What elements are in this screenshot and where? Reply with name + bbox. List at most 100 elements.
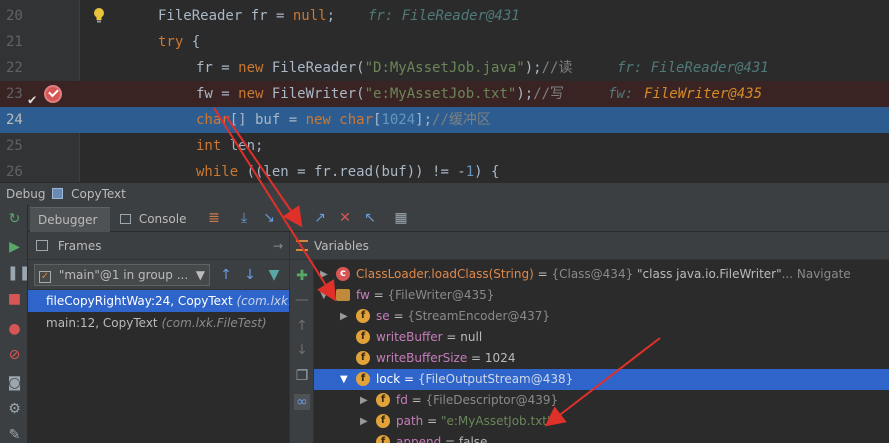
debug-title: Debug [6,187,46,201]
expand-arrow-icon[interactable]: ▶ [360,411,368,432]
drop-frame-icon[interactable]: ✕ [337,210,353,226]
collapse-arrow-icon[interactable]: ▼ [320,285,328,306]
code-line-22[interactable]: 22 fr = new FileReader("D:MyAssetJob.jav… [0,55,889,81]
next-frame-icon[interactable]: ↓ [242,267,258,283]
tab-console[interactable]: Console → [112,207,202,251]
variable-row[interactable]: ▶ f se = {StreamEncoder@437} [314,306,889,327]
navigate-link[interactable]: ... Navigate [782,267,851,281]
move-down-icon[interactable]: ↓ [294,342,310,358]
move-up-icon[interactable]: ↑ [294,318,310,334]
lightbulb-icon[interactable] [92,7,106,25]
collapse-arrow-icon[interactable]: ▼ [340,369,348,390]
debug-toolbar: Debugger Console → ≣ ⤓ ↘ ↘ ↗ ✕ ↖ ▦ [0,204,889,251]
run-config-name: CopyText [71,187,126,201]
tab-console-label: Console [138,212,187,226]
step-over-icon[interactable]: ⤓ [236,210,252,226]
expand-arrow-icon[interactable]: ▶ [360,390,368,411]
variable-value: null [460,330,483,344]
evaluate-expression-icon[interactable]: ▦ [393,210,409,226]
inline-debug-value: fr: FileReader@431 [368,8,520,24]
variable-eq: = [369,288,388,302]
view-breakpoints-icon[interactable]: ● [7,322,22,337]
variable-row[interactable]: f writeBufferSize = 1024 [314,348,889,369]
run-to-cursor-icon[interactable]: ↖ [362,210,378,226]
variable-type: {Class@434} [551,267,638,281]
variable-name: append [396,435,442,443]
variables-panel: Variables ✚ — ↑ ↓ ❐ ∞ ▶ c ClassLoader.lo… [290,232,889,443]
variable-name: writeBuffer [376,330,443,344]
class-icon: c [336,267,350,281]
settings-icon[interactable]: ⚙ [7,402,22,417]
expand-arrow-icon[interactable]: ▶ [320,264,328,285]
variable-value: 1024 [484,351,516,365]
line-number: 26 [6,164,23,180]
variable-eq: = [389,309,408,323]
code-line-23[interactable]: 23 ✔ fw = new FileWriter("e:MyAssetJob.t… [0,81,889,108]
code-line-20[interactable]: 20 FileReader fr = null; fr: FileReader@… [0,3,889,29]
variable-row[interactable]: f writeBuffer = null [314,327,889,348]
thread-selected-value: "main"@1 in group ... [58,268,189,282]
frames-collapse-icon[interactable]: → [273,232,283,260]
variables-header: Variables [290,232,889,260]
pause-icon[interactable]: ❚❚ [7,266,30,281]
thread-checkbox-icon: ✓ [39,271,51,283]
expand-arrow-icon[interactable]: ▶ [340,306,348,327]
copy-icon[interactable]: ❐ [294,368,310,384]
mute-breakpoints-icon[interactable]: ⊘ [7,348,22,363]
show-watches-icon[interactable]: ∞ [294,394,310,410]
tab-debugger[interactable]: Debugger [30,207,110,232]
line-number: 24 [6,112,23,128]
code-text: fw = new FileWriter("e:MyAssetJob.txt");… [196,86,565,102]
remove-watch-icon[interactable]: — [294,292,310,308]
variable-row[interactable]: ▶ f fd = {FileDescriptor@439} [314,390,889,411]
frame-item[interactable]: main:12, CopyText (com.lxk.FileTest) [28,312,289,334]
force-step-into-icon[interactable]: ↘ [286,210,302,226]
code-line-26[interactable]: 26 while ((len = fr.read(buf)) != -1) { [0,159,889,182]
code-text: FileReader fr = null; [158,8,336,24]
variable-eq: = [533,267,552,281]
filter-icon[interactable]: ▼ [266,267,282,283]
resume-icon[interactable]: ▶ [7,240,22,255]
add-watch-icon[interactable]: ✚ [294,268,310,284]
variable-row-selected[interactable]: ▼ f lock = {FileOutputStream@438} [314,369,889,390]
variables-icon [296,240,308,251]
pin-icon[interactable]: ✎ [7,428,22,443]
step-out-icon[interactable]: ↗ [312,210,328,226]
variable-eq: = [407,393,426,407]
line-number: 22 [6,60,23,76]
variable-value: "class java.io.FileWriter" [637,267,782,281]
frame-package: (com.lxk.File [236,294,289,308]
frame-method: fileCopyRightWay:24, CopyText [46,294,237,308]
breakpoint-icon[interactable] [44,85,62,103]
stop-icon[interactable]: ■ [7,292,22,307]
variable-row[interactable]: ▶ c ClassLoader.loadClass(String) = {Cla… [314,264,889,285]
frame-package: (com.lxk.FileTest) [161,316,267,330]
previous-frame-icon[interactable]: ↑ [218,267,234,283]
variable-type: {FileDescriptor@439} [425,393,559,407]
variable-name: fw [356,288,370,302]
thread-dropdown[interactable]: ✓ "main"@1 in group ... ▼ [34,264,210,286]
code-line-21[interactable]: 21 try { [0,29,889,55]
camera-icon[interactable]: ◙ [7,376,22,391]
variable-row[interactable]: ▼ fw = {FileWriter@435} [314,285,889,306]
step-into-icon[interactable]: ↘ [261,210,277,226]
inline-debug-label: fw: [608,86,642,102]
code-editor[interactable]: 20 FileReader fr = null; fr: FileReader@… [0,0,889,182]
field-icon: f [356,372,370,386]
frame-item[interactable]: fileCopyRightWay:24, CopyText (com.lxk.F… [28,290,289,312]
field-icon: f [376,414,390,428]
code-line-25[interactable]: 25 int len; [0,133,889,159]
variable-name: fd [396,393,408,407]
line-number: 20 [6,8,23,24]
variable-row[interactable]: f append = false [314,432,889,443]
code-text: fr = new FileReader("D:MyAssetJob.java")… [196,60,573,76]
thread-selector-row: ✓ "main"@1 in group ... ▼ ↑ ↓ ▼ [28,260,289,290]
code-line-24-current[interactable]: 24 char[] buf = new char[1024];//缓冲区 [0,107,889,133]
variable-row[interactable]: ▶ f path = "e:MyAssetJob.txt" [314,411,889,432]
show-execution-point-icon[interactable]: ≣ [206,210,222,226]
code-text: char[] buf = new char[1024];//缓冲区 [196,112,491,128]
variables-title: Variables [314,239,369,253]
field-icon: f [376,435,390,443]
variable-name: ClassLoader.loadClass(String) [356,267,534,281]
rerun-icon[interactable]: ↻ [7,212,22,227]
